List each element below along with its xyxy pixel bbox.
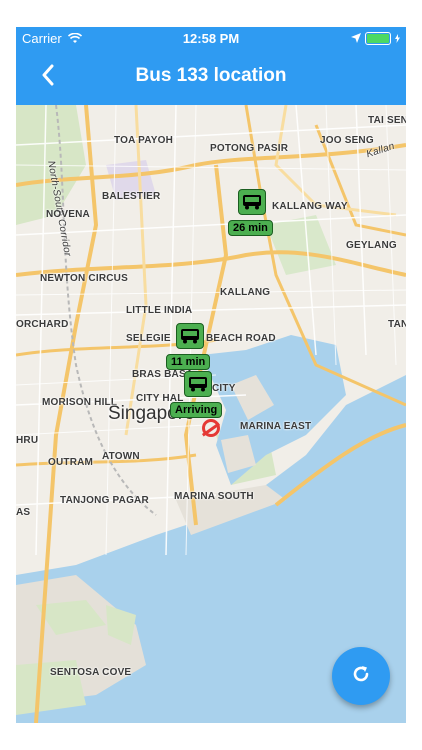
map-label-hru: HRU [16, 435, 39, 446]
map-view[interactable]: TOA PAYOH POTONG PASIR JOO SENG TAI SEN … [16, 105, 406, 723]
map-label-as: AS [16, 507, 31, 518]
location-arrow-icon [351, 31, 361, 46]
status-bar: Carrier 12:58 PM [16, 27, 406, 49]
map-label-newton-circus: NEWTON CIRCUS [40, 273, 128, 284]
map-label-tanjong-pagar: TANJONG PAGAR [60, 495, 149, 506]
bus-marker[interactable] [176, 323, 204, 349]
map-label-orchard: ORCHARD [16, 319, 69, 330]
map-label-atown: ATOWN [102, 451, 140, 462]
refresh-button[interactable] [332, 647, 390, 705]
bus-icon [243, 195, 261, 210]
map-label-potong-pasir: POTONG PASIR [210, 143, 289, 154]
map-label-selegie: SELEGIE [126, 333, 171, 344]
map-label-marina-east: MARINA EAST [240, 421, 312, 432]
map-label-tan: TAN [388, 319, 406, 330]
map-label-balestier: BALESTIER [102, 191, 161, 202]
refresh-icon [350, 663, 372, 690]
map-label-outram: OUTRAM [48, 457, 94, 468]
map-label-marina-south: MARINA SOUTH [174, 491, 254, 502]
bus-icon [181, 329, 199, 344]
bus-marker[interactable] [238, 189, 266, 215]
battery-icon [365, 32, 391, 45]
map-label-kallang: KALLANG [220, 287, 271, 298]
bus-eta-label: Arriving [170, 402, 223, 418]
bus-eta-label: 26 min [228, 220, 273, 236]
status-time: 12:58 PM [182, 31, 240, 46]
charging-icon [395, 31, 400, 46]
bus-marker[interactable] [184, 371, 212, 397]
bus-stop-marker[interactable] [202, 419, 220, 437]
map-label-kallang-way: KALLANG WAY [272, 201, 348, 212]
map-label-tai-sen: TAI SEN [368, 115, 406, 126]
map-label-suntec-city: CITY [212, 383, 236, 394]
map-label-toa-payoh: TOA PAYOH [114, 135, 174, 146]
map-label-joo-seng: JOO SENG [320, 135, 374, 146]
app-screen: Carrier 12:58 PM Bus 133 location TOA PA… [16, 27, 406, 723]
page-title: Bus 133 location [135, 65, 287, 86]
bus-icon [189, 377, 207, 392]
map-label-morison-hill: MORISON HILL [42, 397, 118, 408]
bus-eta-label: 11 min [166, 354, 211, 370]
map-label-novena: NOVENA [46, 209, 90, 220]
map-label-little-india: LITTLE INDIA [126, 305, 193, 316]
map-label-sentosa-cove: SENTOSA COVE [50, 667, 132, 678]
navigation-bar: Bus 133 location [16, 49, 406, 105]
map-label-beach-road: BEACH ROAD [206, 333, 276, 344]
map-label-geylang: GEYLANG [346, 240, 397, 251]
